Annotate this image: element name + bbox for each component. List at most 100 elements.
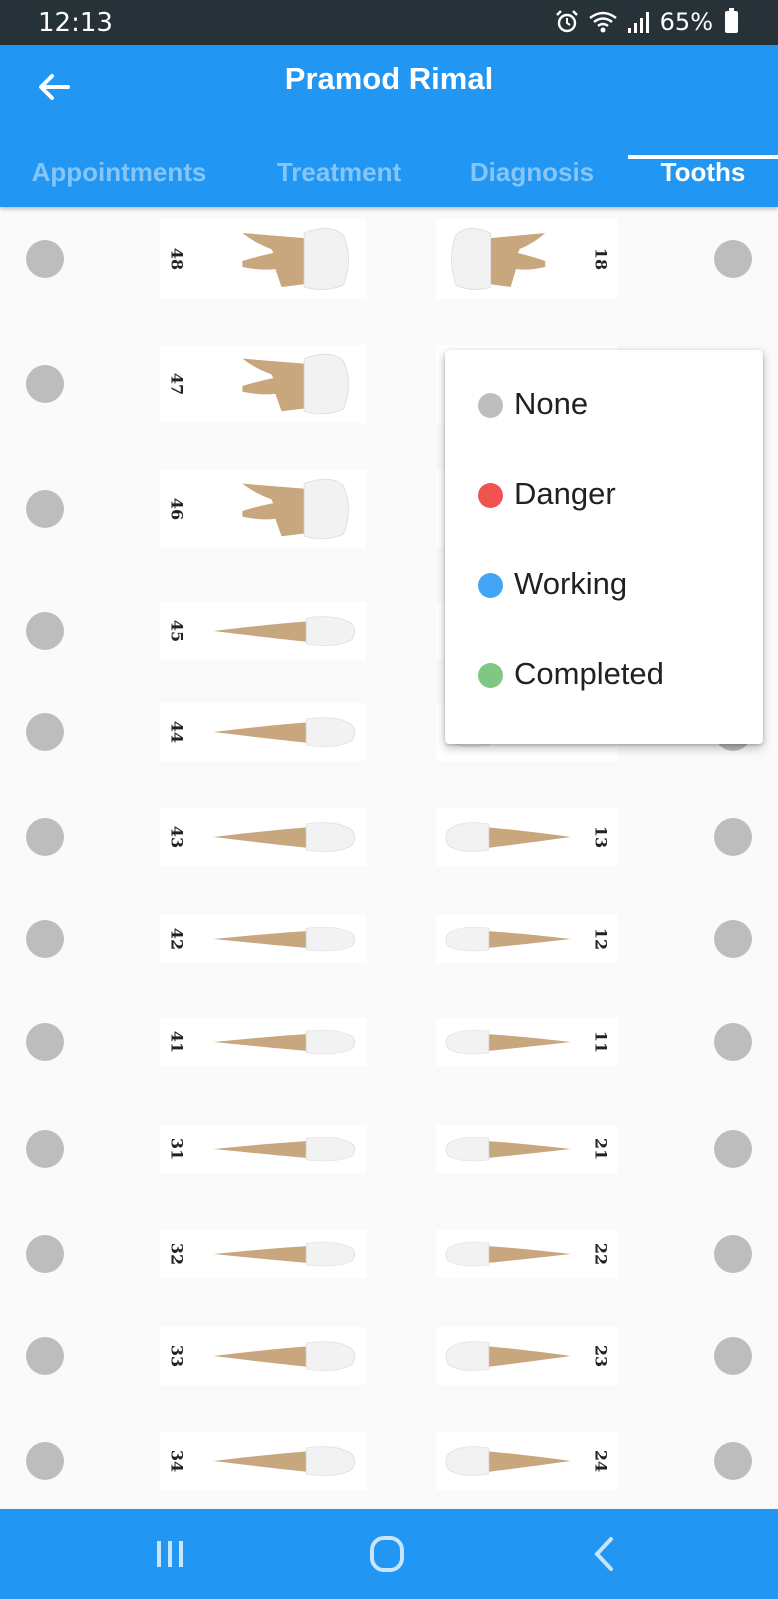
status-dot-right[interactable] bbox=[714, 920, 752, 958]
tooth-left[interactable]: 43 bbox=[160, 808, 366, 866]
tooth-number: 41 bbox=[167, 1030, 187, 1054]
status-dot-right[interactable] bbox=[714, 240, 752, 278]
status-dot-left[interactable] bbox=[26, 1130, 64, 1168]
tooth-number: 31 bbox=[167, 1137, 187, 1161]
status-dot-right[interactable] bbox=[714, 1337, 752, 1375]
tooth-number: 23 bbox=[591, 1344, 611, 1368]
status-dot-right[interactable] bbox=[714, 1023, 752, 1061]
tooth-image bbox=[213, 1341, 356, 1371]
tooth-number: 13 bbox=[591, 825, 611, 849]
tooth-number: 12 bbox=[591, 927, 611, 951]
tab-diagnosis[interactable]: Diagnosis bbox=[455, 137, 609, 207]
tooth-number: 46 bbox=[167, 497, 187, 521]
tooth-left[interactable]: 46 bbox=[160, 470, 366, 548]
tooth-row: 41 11 bbox=[0, 990, 778, 1090]
back-icon[interactable] bbox=[575, 1529, 635, 1579]
tooth-number: 22 bbox=[591, 1242, 611, 1266]
tooth-left[interactable]: 48 bbox=[160, 219, 366, 299]
tooth-right[interactable]: 13 bbox=[436, 808, 618, 866]
tooth-number: 24 bbox=[591, 1449, 611, 1473]
battery-icon bbox=[725, 8, 738, 33]
tooth-number: 32 bbox=[167, 1242, 187, 1266]
tooth-number: 45 bbox=[167, 619, 187, 643]
status-dot-right[interactable] bbox=[714, 1130, 752, 1168]
tooth-number: 44 bbox=[167, 720, 187, 744]
tooth-image bbox=[213, 1241, 356, 1267]
page-title: Pramod Rimal bbox=[284, 61, 494, 96]
tooth-image bbox=[242, 353, 350, 415]
status-dot-left[interactable] bbox=[26, 490, 64, 528]
tooth-right[interactable]: 21 bbox=[436, 1125, 618, 1173]
status-dot bbox=[478, 393, 503, 418]
tooth-row: 42 12 bbox=[0, 887, 778, 987]
tab-treatment[interactable]: Treatment bbox=[254, 137, 424, 207]
tooth-left[interactable]: 32 bbox=[160, 1230, 366, 1278]
status-dot-left[interactable] bbox=[26, 713, 64, 751]
tooth-image bbox=[213, 717, 356, 747]
signal-icon bbox=[627, 12, 649, 33]
status-bar: 12:13 65% bbox=[0, 0, 778, 45]
recent-apps-icon[interactable] bbox=[140, 1529, 200, 1579]
status-dot-left[interactable] bbox=[26, 1442, 64, 1480]
menu-item-working[interactable]: Working bbox=[445, 540, 763, 630]
tab-tooths[interactable]: Tooths bbox=[640, 137, 766, 207]
tooth-right[interactable]: 12 bbox=[436, 915, 618, 963]
tooth-left[interactable]: 42 bbox=[160, 915, 366, 963]
menu-item-danger[interactable]: Danger bbox=[445, 450, 763, 540]
tooth-number: 43 bbox=[167, 825, 187, 849]
tooth-row: 33 23 bbox=[0, 1304, 778, 1404]
tooth-number: 33 bbox=[167, 1344, 187, 1368]
tooth-left[interactable]: 33 bbox=[160, 1327, 366, 1385]
status-dot-left[interactable] bbox=[26, 612, 64, 650]
tooth-number: 47 bbox=[167, 372, 187, 396]
tooth-right[interactable]: 24 bbox=[436, 1432, 618, 1490]
status-dot-left[interactable] bbox=[26, 920, 64, 958]
status-dot-left[interactable] bbox=[26, 1337, 64, 1375]
status-dot-left[interactable] bbox=[26, 1023, 64, 1061]
status-dot bbox=[478, 663, 503, 688]
menu-item-label: Danger bbox=[514, 476, 616, 511]
status-time: 12:13 bbox=[38, 8, 113, 38]
status-dot bbox=[478, 483, 503, 508]
status-dot-left[interactable] bbox=[26, 365, 64, 403]
tooth-row: 32 22 bbox=[0, 1202, 778, 1302]
status-menu: None Danger Working Completed bbox=[445, 350, 763, 744]
menu-item-label: Working bbox=[514, 566, 628, 601]
tooth-image bbox=[213, 822, 356, 852]
status-dot-right[interactable] bbox=[714, 818, 752, 856]
tooth-right[interactable]: 22 bbox=[436, 1230, 618, 1278]
tooth-left[interactable]: 34 bbox=[160, 1432, 366, 1490]
tooth-image bbox=[213, 616, 356, 646]
status-dot-left[interactable] bbox=[26, 240, 64, 278]
tooth-image bbox=[213, 1446, 356, 1476]
tooth-row: 43 13 bbox=[0, 785, 778, 885]
menu-item-none[interactable]: None bbox=[445, 360, 763, 450]
tooth-right[interactable]: 11 bbox=[436, 1018, 618, 1066]
wifi-icon bbox=[588, 11, 617, 33]
tooth-row: 34 24 bbox=[0, 1409, 778, 1509]
tooth-left[interactable]: 45 bbox=[160, 602, 366, 660]
tab-indicator bbox=[628, 155, 778, 159]
status-dot-right[interactable] bbox=[714, 1442, 752, 1480]
tooth-row: 31 21 bbox=[0, 1097, 778, 1197]
tooth-left[interactable]: 47 bbox=[160, 345, 366, 423]
system-nav-bar bbox=[0, 1509, 778, 1599]
tooth-row: 48 18 bbox=[0, 207, 778, 307]
tooth-number: 42 bbox=[167, 927, 187, 951]
tooth-image bbox=[213, 926, 356, 952]
menu-item-label: Completed bbox=[514, 656, 664, 691]
status-dot-right[interactable] bbox=[714, 1235, 752, 1273]
tooth-right[interactable]: 23 bbox=[436, 1327, 618, 1385]
menu-item-completed[interactable]: Completed bbox=[445, 630, 763, 720]
status-dot bbox=[478, 573, 503, 598]
tooth-image bbox=[242, 228, 350, 291]
status-dot-left[interactable] bbox=[26, 1235, 64, 1273]
tooth-left[interactable]: 31 bbox=[160, 1125, 366, 1173]
alarm-icon bbox=[555, 10, 578, 33]
tooth-left[interactable]: 44 bbox=[160, 703, 366, 761]
status-dot-left[interactable] bbox=[26, 818, 64, 856]
tooth-right[interactable]: 18 bbox=[436, 219, 618, 299]
tab-appointments[interactable]: Appointments bbox=[14, 137, 224, 207]
home-icon[interactable] bbox=[357, 1529, 417, 1579]
tooth-left[interactable]: 41 bbox=[160, 1018, 366, 1066]
